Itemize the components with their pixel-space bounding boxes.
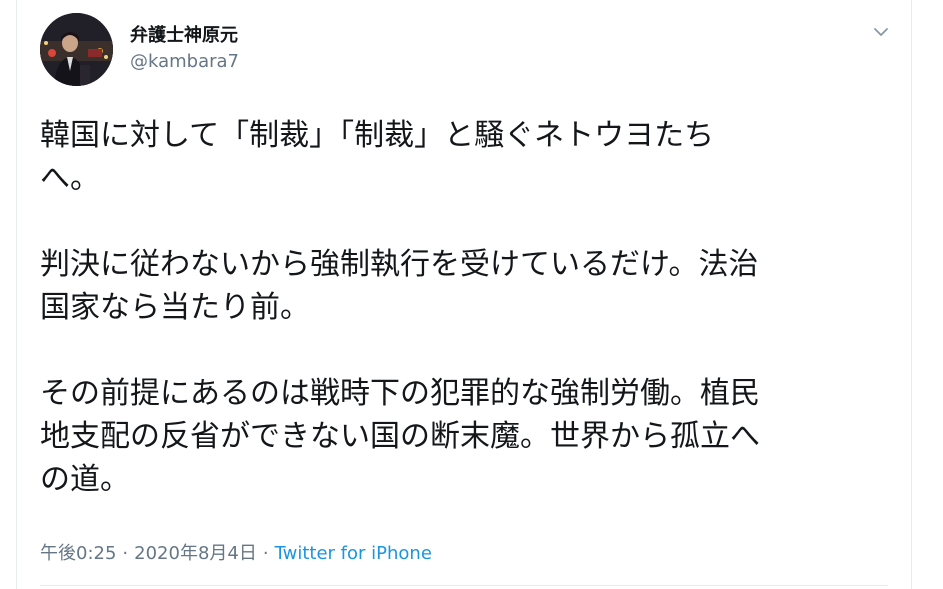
tweet-metadata: 午後0:25 · 2020年8月4日 · Twitter for iPhone	[40, 539, 432, 565]
tweet-text: 韓国に対して「制裁」「制裁」と騒ぐネトウヨたち へ。 判決に従わないから強制執行…	[40, 114, 900, 501]
tweet-card: 弁護士神原元 @kambara7 韓国に対して「制裁」「制裁」と騒ぐネトウヨたち…	[16, 0, 912, 589]
avatar-photo	[40, 13, 113, 86]
chevron-down-icon[interactable]	[869, 20, 893, 44]
tweet-paragraph: その前提にあるのは戦時下の犯罪的な強制労働。植民 地支配の反省ができない国の断末…	[40, 376, 760, 497]
display-name[interactable]: 弁護士神原元	[130, 21, 238, 47]
user-handle[interactable]: @kambara7	[130, 51, 239, 72]
avatar[interactable]	[40, 13, 113, 86]
tweet-time[interactable]: 午後0:25	[40, 543, 116, 564]
tweet-source-link[interactable]: Twitter for iPhone	[275, 543, 432, 564]
tweet-paragraph: 韓国に対して「制裁」「制裁」と騒ぐネトウヨたち へ。	[40, 118, 715, 196]
tweet-date[interactable]: 2020年8月4日	[134, 543, 257, 564]
meta-separator: ·	[122, 543, 129, 564]
divider	[40, 585, 888, 586]
tweet-paragraph: 判決に従わないから強制執行を受けているだけ。法治 国家なら当たり前。	[40, 247, 759, 325]
meta-separator: ·	[262, 543, 269, 564]
